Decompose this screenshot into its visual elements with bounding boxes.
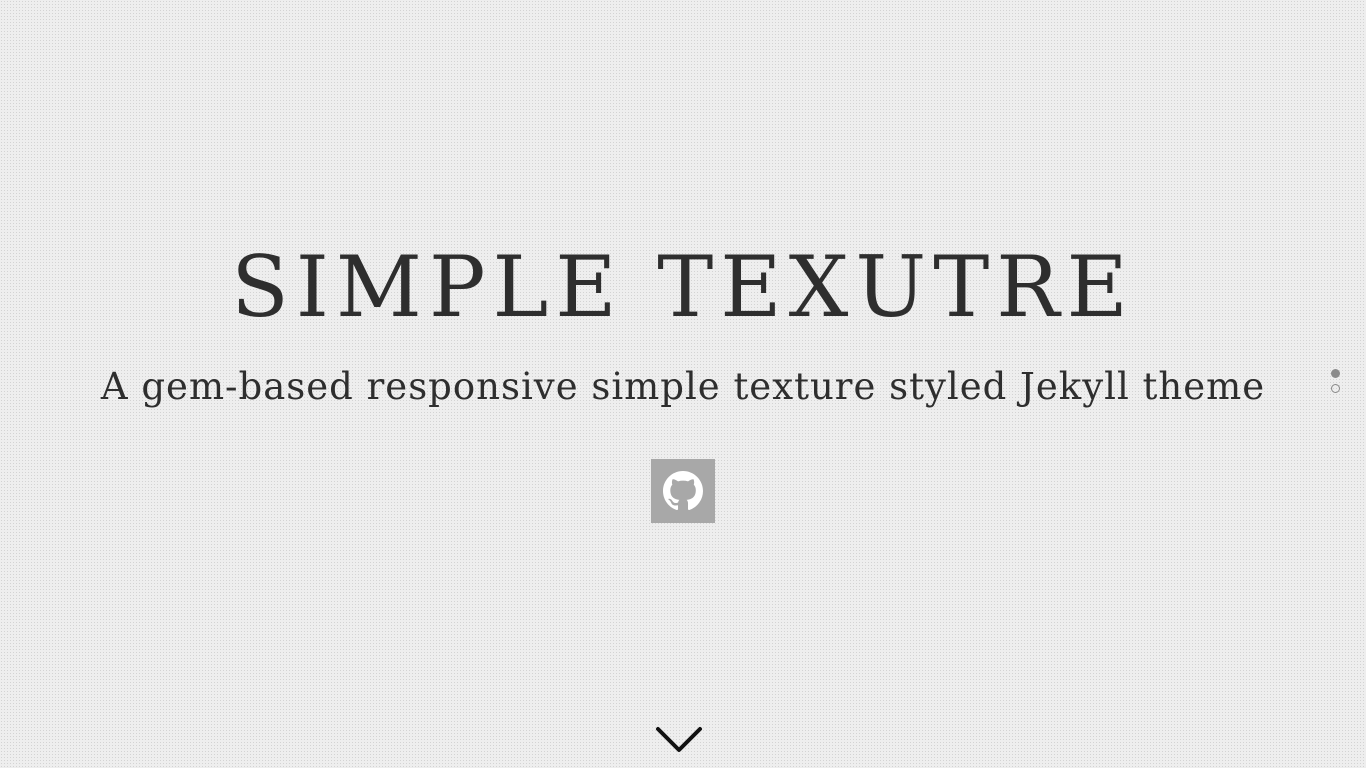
page-dot-active[interactable]: [1330, 369, 1340, 378]
page-indicator: [1329, 369, 1341, 399]
github-icon: [663, 471, 703, 511]
site-title: SIMPLE TEXUTRE: [231, 238, 1135, 336]
hero-section: SIMPLE TEXUTRE A gem-based responsive si…: [0, 0, 1366, 768]
chevron-down-icon: [656, 727, 702, 752]
site-subtitle: A gem-based responsive simple texture st…: [100, 365, 1266, 408]
page-dot-inactive[interactable]: [1330, 384, 1340, 393]
github-link-button[interactable]: [651, 459, 715, 523]
scroll-down-button[interactable]: [655, 724, 703, 756]
